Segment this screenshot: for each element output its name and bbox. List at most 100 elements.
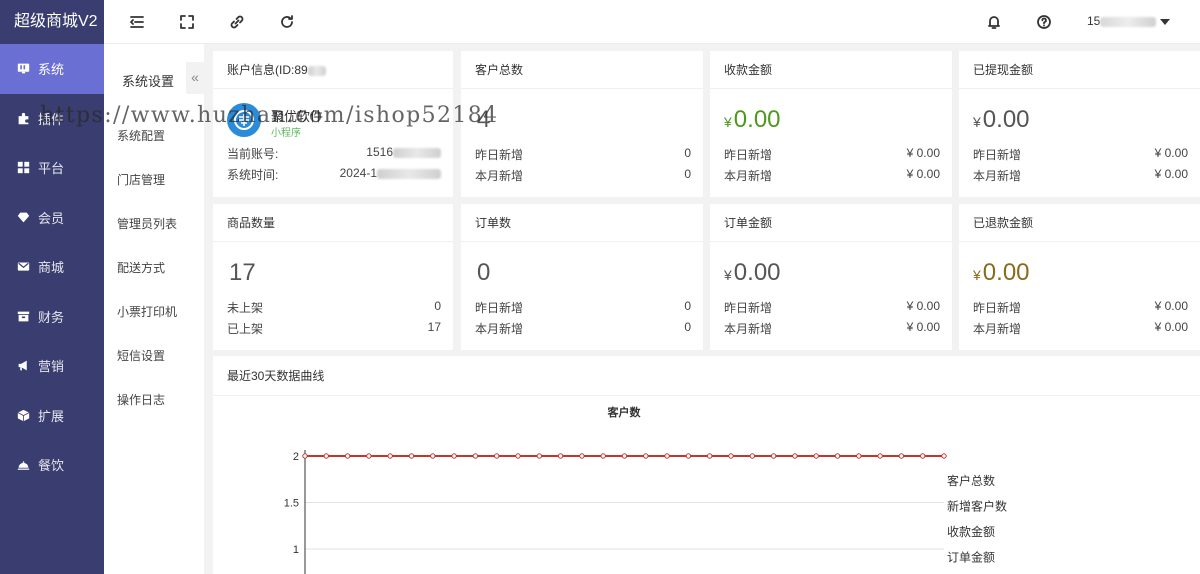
line-chart: 客户数 2 1.5 1 客户总数新增客户数收款金额订单金额 bbox=[284, 405, 1007, 574]
legend-item: 客户总数 bbox=[947, 473, 995, 488]
sidebar-item-label: 营销 bbox=[38, 359, 65, 375]
data-point bbox=[707, 453, 713, 459]
stat-row: 本月新增 ¥ 0.00 bbox=[973, 167, 1188, 183]
stat-row: 本月新增 0 bbox=[475, 167, 691, 183]
data-point bbox=[643, 453, 649, 459]
subnav-item-logs[interactable]: 操作日志 bbox=[117, 391, 165, 408]
link-icon[interactable] bbox=[228, 13, 246, 31]
sidebar-item-extend[interactable]: 扩展 bbox=[0, 391, 104, 441]
data-point bbox=[579, 453, 585, 459]
data-point bbox=[621, 453, 628, 459]
subnav-item-sms[interactable]: 短信设置 bbox=[117, 347, 165, 364]
stat-row: 昨日新增 ¥ 0.00 bbox=[973, 299, 1188, 315]
data-point bbox=[451, 453, 457, 459]
sidebar-item-marketing[interactable]: 营销 bbox=[0, 341, 104, 391]
brand-name: 聚优软件 bbox=[271, 109, 324, 124]
data-point bbox=[664, 453, 670, 459]
fullscreen-icon[interactable] bbox=[178, 13, 196, 31]
y-tick-label: 1 bbox=[293, 544, 299, 556]
help-icon[interactable] bbox=[1035, 13, 1053, 31]
sidebar-item-label: 财务 bbox=[38, 309, 65, 325]
sidebar-item-member[interactable]: 会员 bbox=[0, 193, 104, 243]
stat-row: 未上架 0 bbox=[227, 299, 441, 315]
stat-row: 本月新增 0 bbox=[475, 320, 691, 336]
stat-card-refunded: 已退款金额 ¥0.00 昨日新增 ¥ 0.00 本月新增 ¥ 0.00 bbox=[959, 204, 1200, 350]
card-title: 订单金额 bbox=[710, 204, 952, 242]
diamond-icon bbox=[16, 210, 30, 224]
stat-card-customers: 客户总数 4 昨日新增 0 本月新增 0 bbox=[461, 51, 703, 197]
stat-card-withdrawn: 已提现金额 ¥0.00 昨日新增 ¥ 0.00 本月新增 ¥ 0.00 bbox=[959, 51, 1200, 197]
sidebar-item-plugin[interactable]: 插件 bbox=[0, 94, 104, 144]
data-point bbox=[749, 453, 755, 459]
data-point bbox=[792, 453, 798, 459]
card-title: 商品数量 bbox=[213, 204, 453, 242]
sidebar-item-platform[interactable]: 平台 bbox=[0, 143, 104, 193]
stat-row: 昨日新增 0 bbox=[475, 146, 691, 162]
grid-icon bbox=[16, 161, 30, 175]
megaphone-icon bbox=[16, 359, 30, 373]
legend-item: 收款金额 bbox=[947, 524, 995, 539]
stat-value: 0 bbox=[477, 259, 491, 286]
data-point bbox=[494, 453, 500, 459]
data-point bbox=[834, 453, 841, 459]
data-point bbox=[685, 453, 692, 459]
account-row: 当前账号: 1516 bbox=[227, 145, 441, 162]
stat-card-products: 商品数量 17 未上架 0 已上架 17 bbox=[213, 204, 453, 350]
data-point bbox=[920, 453, 926, 459]
secondary-sidebar: 系统设置 « 系统配置 门店管理 管理员列表 配送方式 小票打印机 短信设置 操… bbox=[104, 44, 204, 574]
data-point bbox=[557, 453, 564, 459]
sidebar-item-catering[interactable]: 餐饮 bbox=[0, 440, 104, 490]
sidebar-item-label: 商城 bbox=[38, 260, 65, 276]
data-point bbox=[728, 453, 734, 459]
subnav-item-printer[interactable]: 小票打印机 bbox=[117, 303, 177, 320]
sidebar-item-label: 餐饮 bbox=[38, 458, 65, 474]
bell-icon[interactable] bbox=[985, 13, 1003, 31]
data-point bbox=[344, 453, 351, 459]
card-title: 订单数 bbox=[461, 204, 703, 242]
sidebar-item-finance[interactable]: 财务 bbox=[0, 292, 104, 342]
stat-row: 已上架 17 bbox=[227, 320, 441, 336]
stat-value: ¥0.00 bbox=[724, 259, 781, 286]
sidebar-item-label: 系统 bbox=[38, 62, 65, 78]
caret-down-icon bbox=[1160, 18, 1171, 25]
data-point bbox=[536, 453, 542, 459]
legend-item: 新增客户数 bbox=[947, 499, 1007, 514]
top-header: 15 bbox=[104, 0, 1200, 44]
cube-icon bbox=[16, 408, 30, 422]
cloche-icon bbox=[16, 458, 30, 472]
stat-card-orders: 订单数 0 昨日新增 0 本月新增 0 bbox=[461, 204, 703, 350]
monitor-icon bbox=[16, 62, 30, 76]
stat-row: 本月新增 ¥ 0.00 bbox=[724, 320, 940, 336]
mail-icon bbox=[16, 260, 30, 274]
data-point bbox=[515, 453, 521, 459]
stat-row: 本月新增 ¥ 0.00 bbox=[973, 320, 1188, 336]
sidebar-item-label: 平台 bbox=[38, 161, 65, 177]
refresh-icon[interactable] bbox=[278, 13, 296, 31]
card-title: 客户总数 bbox=[461, 51, 703, 89]
data-point bbox=[877, 453, 883, 459]
brand-logo bbox=[227, 103, 261, 137]
app-title: 超级商城V2 bbox=[14, 13, 98, 30]
data-point bbox=[366, 453, 372, 459]
card-title: 收款金额 bbox=[710, 51, 952, 89]
main-sidebar: 超级商城V2 系统 插件 平台 会员 商城 财务 营销 扩展 餐饮 bbox=[0, 0, 104, 574]
account-menu[interactable]: 15 bbox=[1087, 14, 1171, 28]
data-point bbox=[323, 453, 330, 459]
sidebar-item-label: 插件 bbox=[38, 111, 65, 127]
subnav-item-system-config[interactable]: 系统配置 bbox=[117, 127, 165, 144]
subnav-item-admins[interactable]: 管理员列表 bbox=[117, 215, 177, 232]
data-point bbox=[941, 453, 947, 459]
subnav-item-delivery[interactable]: 配送方式 bbox=[117, 259, 165, 276]
data-point bbox=[856, 453, 862, 459]
card-title: 账户信息(ID:89 bbox=[213, 51, 453, 89]
stat-row: 本月新增 ¥ 0.00 bbox=[724, 167, 940, 183]
sidebar-item-system[interactable]: 系统 bbox=[0, 44, 104, 94]
sidebar-item-mall[interactable]: 商城 bbox=[0, 242, 104, 292]
menu-fold-icon[interactable] bbox=[128, 13, 146, 31]
collapse-button[interactable]: « bbox=[186, 62, 204, 94]
time-row: 系统时间: 2024-1 bbox=[227, 166, 441, 183]
data-point bbox=[408, 453, 415, 459]
brand-tag: 小程序 bbox=[271, 128, 301, 139]
subnav-item-store[interactable]: 门店管理 bbox=[117, 171, 165, 188]
card-title: 已退款金额 bbox=[959, 204, 1200, 242]
